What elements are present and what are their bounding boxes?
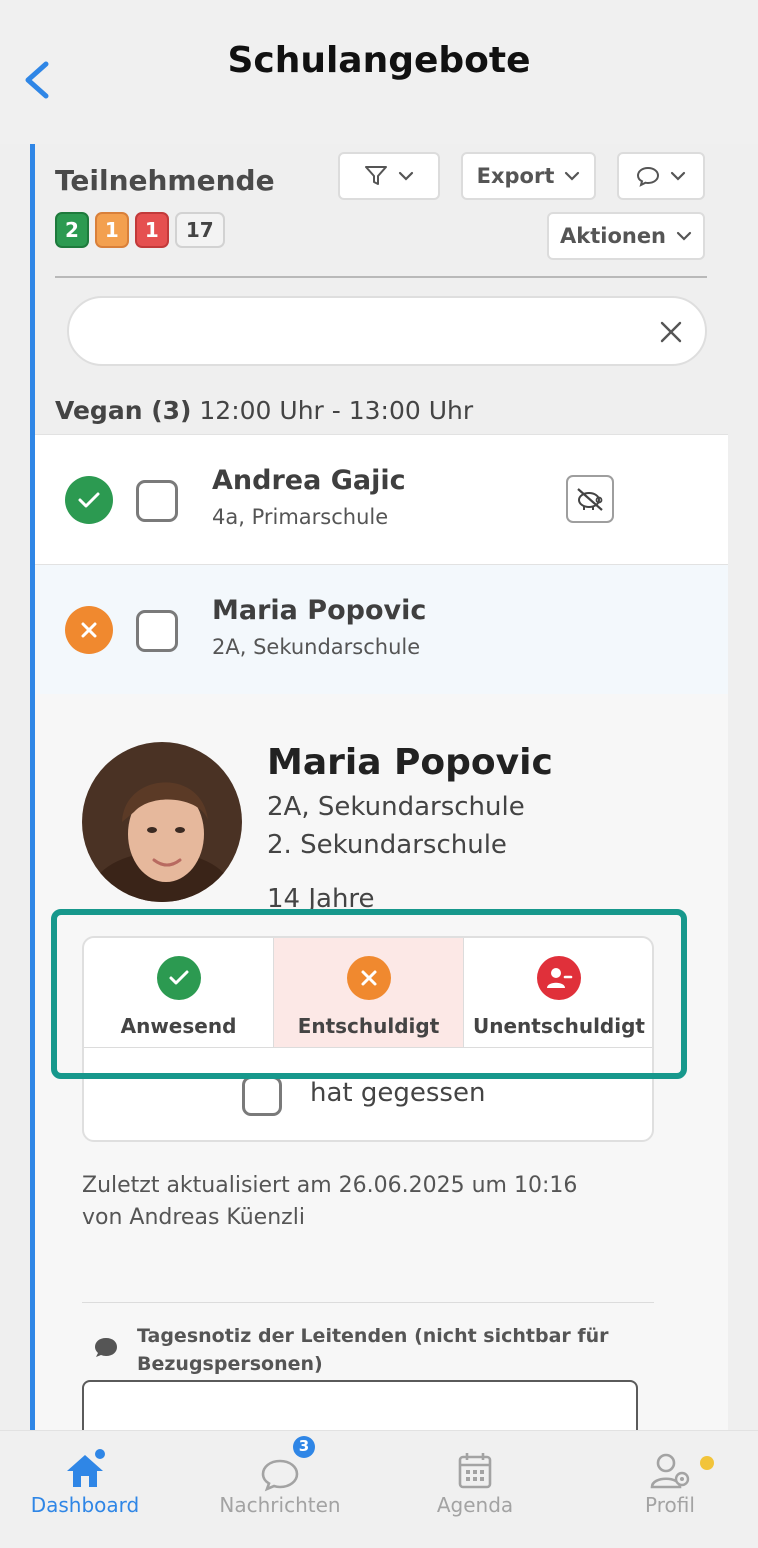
actions-label: Aktionen	[559, 224, 667, 248]
close-icon[interactable]	[657, 318, 685, 346]
excused-status-icon[interactable]	[65, 606, 113, 654]
detail-class: 2A, Sekundarschule	[267, 792, 525, 822]
calendar-icon	[458, 1453, 492, 1489]
detail-name: Maria Popovic	[267, 742, 553, 783]
comment-bubble-icon	[95, 1338, 117, 1357]
export-label: Export	[476, 164, 555, 188]
excused-count-badge[interactable]: 1	[94, 212, 129, 248]
group-time: 12:00 Uhr - 13:00 Uhr	[199, 396, 474, 425]
tab-messages-label: Nachrichten	[219, 1493, 341, 1517]
list-item[interactable]: Maria Popovic 2A, Sekundarschule	[35, 564, 728, 694]
actions-button[interactable]: Aktionen	[547, 212, 705, 260]
daily-note-label: Tagesnotiz der Leitenden (nicht sichtbar…	[137, 1325, 609, 1375]
group-header: Vegan (3) 12:00 Uhr - 13:00 Uhr	[55, 396, 473, 425]
section-title: Teilnehmende	[55, 164, 275, 197]
last-updated-by: von Andreas Küenzli	[82, 1205, 305, 1230]
unexcused-label: Unentschuldigt	[473, 1014, 645, 1038]
no-pork-button[interactable]	[566, 475, 614, 523]
participant-name: Andrea Gajic	[212, 465, 406, 496]
chevron-down-icon	[676, 231, 692, 241]
header: Schulangebote	[0, 0, 758, 144]
page-title: Schulangebote	[227, 40, 531, 81]
total-count-badge[interactable]: 17	[174, 212, 225, 248]
ate-checkbox[interactable]	[242, 1076, 282, 1116]
user-settings-icon	[650, 1453, 690, 1489]
export-button[interactable]: Export	[461, 152, 596, 200]
no-pork-icon	[577, 488, 603, 511]
tab-dashboard[interactable]: Dashboard	[0, 1431, 180, 1548]
last-updated: Zuletzt aktualisiert am 26.06.2025 um 10…	[82, 1170, 662, 1234]
detail-age: 14 Jahre	[267, 884, 375, 914]
divider	[55, 276, 707, 278]
messages-badge: 3	[298, 1437, 310, 1455]
tab-profile[interactable]: Profil	[575, 1431, 758, 1548]
participant-name: Maria Popovic	[212, 595, 427, 626]
comment-icon	[636, 166, 660, 187]
select-checkbox[interactable]	[136, 480, 178, 522]
check-icon	[156, 956, 201, 1000]
tab-bar: Dashboard 3 Nachrichten Agenda Profil	[0, 1430, 758, 1548]
participant-class: 4a, Primarschule	[212, 505, 389, 529]
user-minus-icon	[537, 956, 581, 1000]
filter-icon	[365, 166, 387, 185]
ate-label: hat gegessen	[310, 1078, 486, 1108]
x-icon	[346, 956, 391, 1000]
chevron-down-icon	[398, 171, 414, 181]
last-updated-date: Zuletzt aktualisiert am 26.06.2025 um 10…	[82, 1173, 578, 1198]
content-area: Teilnehmende 2 1 1 17 Export Aktionen Ve…	[30, 144, 728, 1430]
excused-label: Entschuldigt	[297, 1014, 440, 1038]
comment-button[interactable]	[617, 152, 705, 200]
avatar	[82, 742, 242, 902]
present-status-icon[interactable]	[65, 476, 113, 524]
list-item[interactable]: Andrea Gajic 4a, Primarschule	[35, 434, 728, 564]
participant-class: 2A, Sekundarschule	[212, 635, 421, 659]
filter-button[interactable]	[338, 152, 440, 200]
excused-option[interactable]: Entschuldigt	[274, 938, 464, 1048]
divider	[82, 1302, 654, 1303]
tab-messages[interactable]: 3 Nachrichten	[185, 1431, 375, 1548]
tab-dashboard-label: Dashboard	[30, 1493, 140, 1517]
search-input[interactable]	[93, 314, 633, 350]
chevron-down-icon	[670, 171, 686, 181]
detail-school: 2. Sekundarschule	[267, 830, 507, 860]
chevron-down-icon	[565, 171, 580, 181]
present-option[interactable]: Anwesend	[84, 938, 274, 1048]
tab-agenda[interactable]: Agenda	[380, 1431, 570, 1548]
x-icon	[81, 622, 97, 638]
participant-detail: Maria Popovic 2A, Sekundarschule 2. Seku…	[35, 694, 728, 1430]
daily-note-input[interactable]	[82, 1380, 638, 1430]
select-checkbox[interactable]	[136, 610, 178, 652]
group-name: Vegan (3)	[55, 396, 192, 425]
participants-panel: Teilnehmende 2 1 1 17 Export Aktionen Ve…	[35, 144, 728, 1430]
check-icon	[78, 492, 100, 508]
attendance-card: Anwesend Entschuldigt Unentschuldigt hat…	[82, 936, 654, 1142]
profile-dot	[700, 1456, 714, 1470]
tab-profile-label: Profil	[645, 1493, 695, 1517]
tab-agenda-label: Agenda	[436, 1493, 514, 1517]
status-badges: 2 1 1 17	[55, 212, 225, 248]
home-icon	[67, 1449, 107, 1487]
unexcused-option[interactable]: Unentschuldigt	[464, 938, 652, 1048]
unexcused-count-badge[interactable]: 1	[134, 212, 169, 248]
search-bar[interactable]	[67, 296, 707, 366]
present-label: Anwesend	[120, 1014, 237, 1038]
present-count-badge[interactable]: 2	[55, 212, 89, 248]
